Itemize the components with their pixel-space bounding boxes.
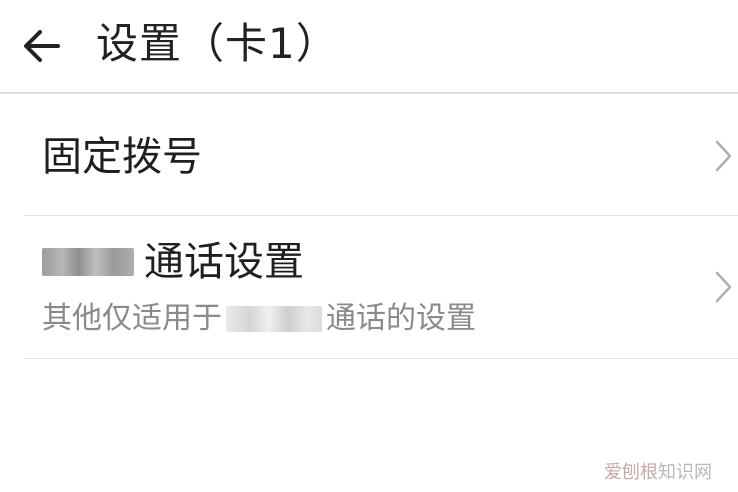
call-settings-label: 通话设置: [144, 239, 304, 285]
call-settings-subtitle: 其他仅适用于 通话的设置: [42, 299, 476, 339]
watermark-part1: 爱刨根: [604, 462, 658, 483]
watermark-part2: 知识网: [658, 462, 712, 483]
subtitle-suffix: 通话的设置: [326, 301, 476, 336]
redacted-text: [226, 306, 322, 332]
divider: [24, 358, 738, 359]
fixed-dialing-label: 固定拨号: [42, 134, 202, 180]
fixed-dialing-item[interactable]: 固定拨号: [0, 96, 738, 216]
call-settings-title: 通话设置: [42, 237, 304, 287]
watermark: 爱刨根知识网: [604, 462, 712, 484]
call-settings-item[interactable]: 通话设置 其他仅适用于 通话的设置: [0, 217, 738, 359]
subtitle-prefix: 其他仅适用于: [42, 301, 222, 336]
back-button[interactable]: [18, 22, 66, 70]
page-title: 设置（卡1）: [96, 19, 339, 68]
chevron-right-icon: [715, 271, 732, 303]
redacted-text: [42, 248, 134, 276]
app-header: 设置（卡1）: [0, 0, 738, 94]
arrow-left-icon: [24, 30, 60, 62]
chevron-right-icon: [715, 140, 732, 172]
divider: [24, 215, 738, 216]
